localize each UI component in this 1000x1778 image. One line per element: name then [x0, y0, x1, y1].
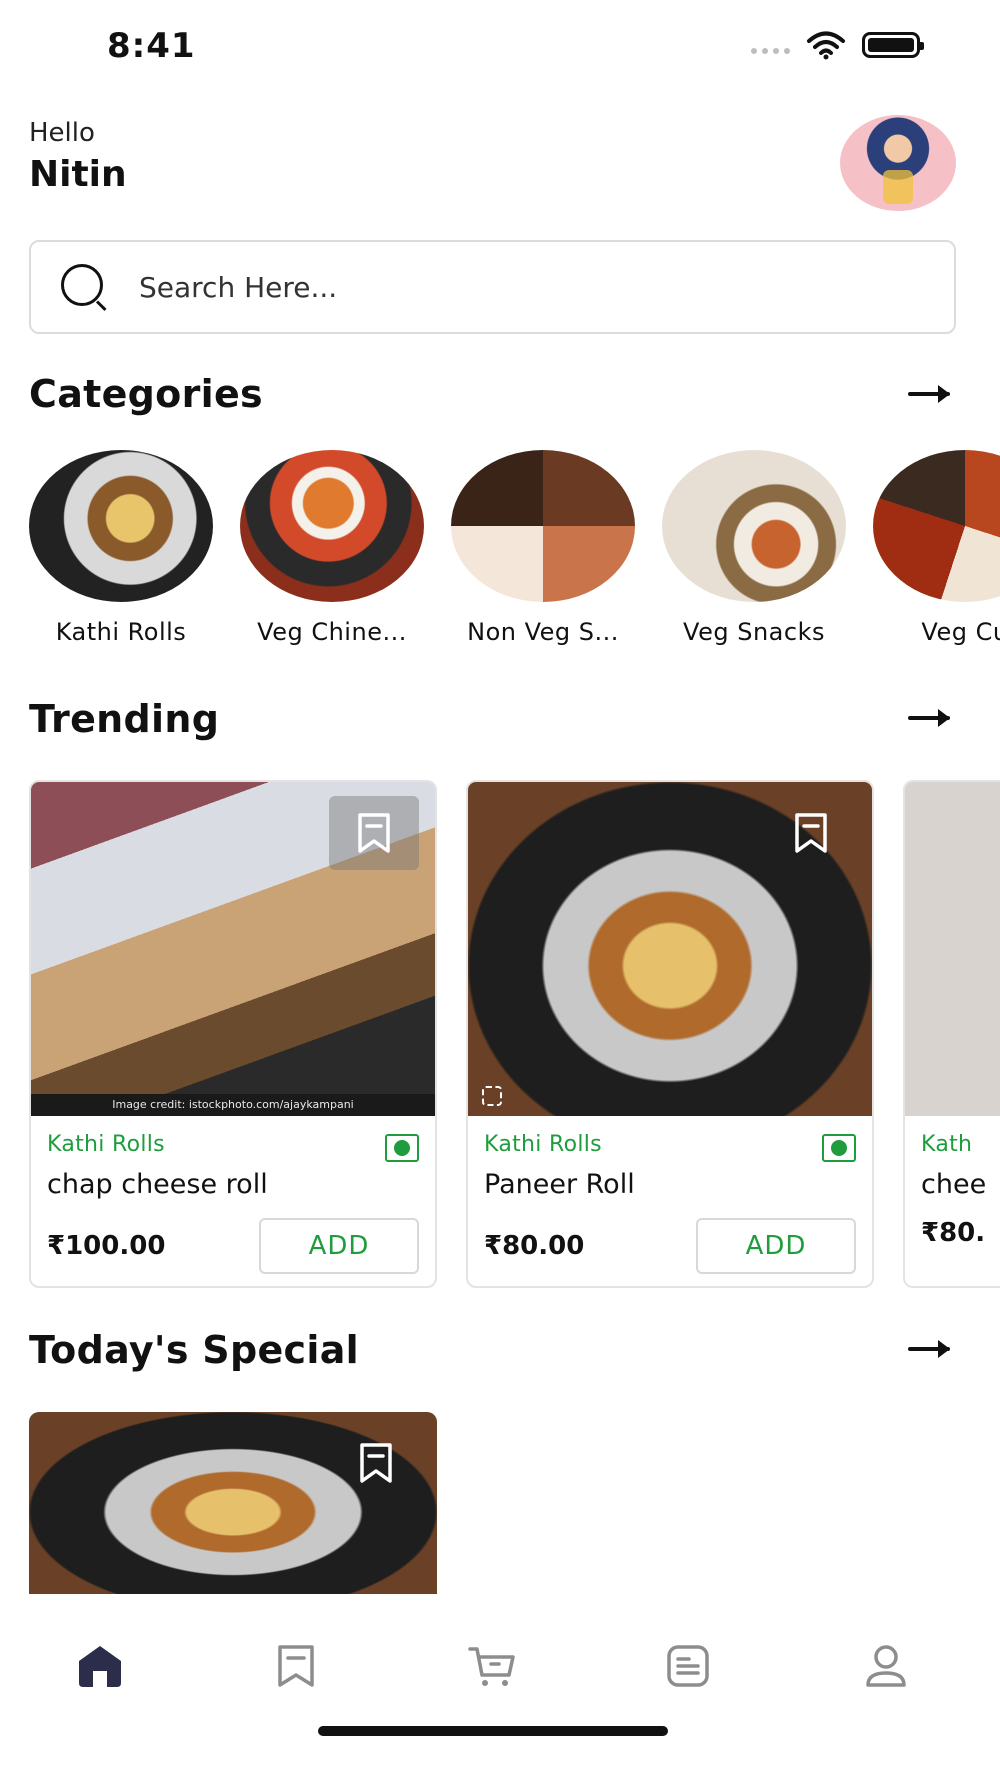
bookmark-button[interactable] [329, 796, 419, 870]
bookmark-icon [795, 813, 827, 853]
category-label: Veg Chine... [257, 618, 407, 646]
nav-bookmarks[interactable] [266, 1636, 326, 1696]
category-image [662, 450, 846, 602]
scan-icon [482, 1086, 502, 1106]
product-card[interactable]: Kathi Rolls Paneer Roll ₹80.00 ADD [466, 780, 874, 1288]
category-item[interactable]: Kathi Rolls [29, 450, 213, 650]
search-icon [61, 264, 107, 312]
bookmark-button[interactable] [766, 796, 856, 870]
add-button[interactable]: ADD [696, 1218, 856, 1274]
product-image [468, 782, 872, 1116]
product-image [905, 782, 1000, 1116]
category-label: Kathi Rolls [55, 618, 187, 646]
categories-arrow-icon[interactable] [908, 382, 954, 406]
add-button[interactable]: ADD [259, 1218, 419, 1274]
category-item[interactable]: Veg Cu [873, 450, 1000, 650]
veg-indicator-icon [822, 1134, 856, 1162]
trending-list: Image credit: istockphoto.com/ajaykampan… [29, 780, 1000, 1290]
avatar[interactable] [840, 115, 956, 211]
search-input[interactable]: Search Here... [139, 271, 337, 304]
product-details: Kathi Rolls Paneer Roll ₹80.00 ADD [468, 1116, 872, 1274]
product-details: Kathi Rolls chap cheese roll ₹100.00 ADD [31, 1116, 435, 1274]
product-card[interactable]: Kath chee ₹80. [903, 780, 1000, 1288]
status-bar: 8:41 [0, 0, 1000, 95]
user-name: Nitin [29, 154, 127, 195]
orders-icon [667, 1645, 709, 1687]
category-item[interactable]: Non Veg S... [451, 450, 635, 650]
bookmark-button[interactable] [331, 1426, 421, 1500]
signal-icon [751, 48, 790, 54]
categories-list: Kathi Rolls Veg Chine... Non Veg S... Ve… [29, 450, 1000, 650]
product-category: Kathi Rolls [47, 1132, 165, 1157]
category-label: Veg Cu [921, 618, 1000, 646]
category-image [873, 450, 1000, 602]
product-price: ₹80. [921, 1218, 986, 1248]
product-details: Kath chee ₹80. [905, 1116, 1000, 1248]
product-category: Kathi Rolls [484, 1132, 602, 1157]
nav-profile[interactable] [856, 1636, 916, 1696]
category-image [451, 450, 635, 602]
image-credit: Image credit: istockphoto.com/ajaykampan… [31, 1094, 435, 1116]
product-price: ₹80.00 [484, 1231, 585, 1261]
status-time: 8:41 [107, 26, 196, 66]
bottom-nav [0, 1594, 1000, 1778]
battery-icon [862, 32, 924, 58]
product-price: ₹100.00 [47, 1231, 166, 1261]
category-image [240, 450, 424, 602]
wifi-icon [807, 31, 845, 60]
cart-icon [468, 1647, 515, 1686]
profile-icon [866, 1645, 906, 1687]
nav-orders[interactable] [658, 1636, 718, 1696]
greeting-hello: Hello [29, 118, 95, 148]
product-card[interactable]: Image credit: istockphoto.com/ajaykampan… [29, 780, 437, 1288]
todays-special-arrow-icon[interactable] [908, 1337, 954, 1361]
product-name: Paneer Roll [484, 1169, 635, 1200]
nav-cart[interactable] [462, 1636, 522, 1696]
status-icons [751, 30, 924, 60]
trending-arrow-icon[interactable] [908, 706, 954, 730]
special-image [29, 1412, 437, 1594]
bookmark-icon [278, 1645, 314, 1687]
bookmark-icon [360, 1443, 392, 1483]
special-card[interactable] [29, 1412, 437, 1594]
product-name: chap cheese roll [47, 1169, 268, 1200]
category-image [29, 450, 213, 602]
category-label: Non Veg S... [467, 618, 619, 646]
category-item[interactable]: Veg Chine... [240, 450, 424, 650]
greeting: Hello Nitin [29, 118, 127, 195]
trending-title: Trending [29, 697, 220, 741]
product-category: Kath [921, 1132, 973, 1157]
category-item[interactable]: Veg Snacks [662, 450, 846, 650]
veg-indicator-icon [385, 1134, 419, 1162]
product-name: chee [921, 1169, 987, 1200]
nav-home[interactable] [70, 1636, 130, 1696]
category-label: Veg Snacks [683, 618, 825, 646]
categories-title: Categories [29, 372, 263, 416]
bookmark-icon [358, 813, 390, 853]
home-icon [79, 1646, 121, 1687]
product-image: Image credit: istockphoto.com/ajaykampan… [31, 782, 435, 1116]
search-bar[interactable]: Search Here... [29, 240, 956, 334]
home-indicator[interactable] [318, 1726, 668, 1736]
todays-special-title: Today's Special [29, 1328, 359, 1372]
